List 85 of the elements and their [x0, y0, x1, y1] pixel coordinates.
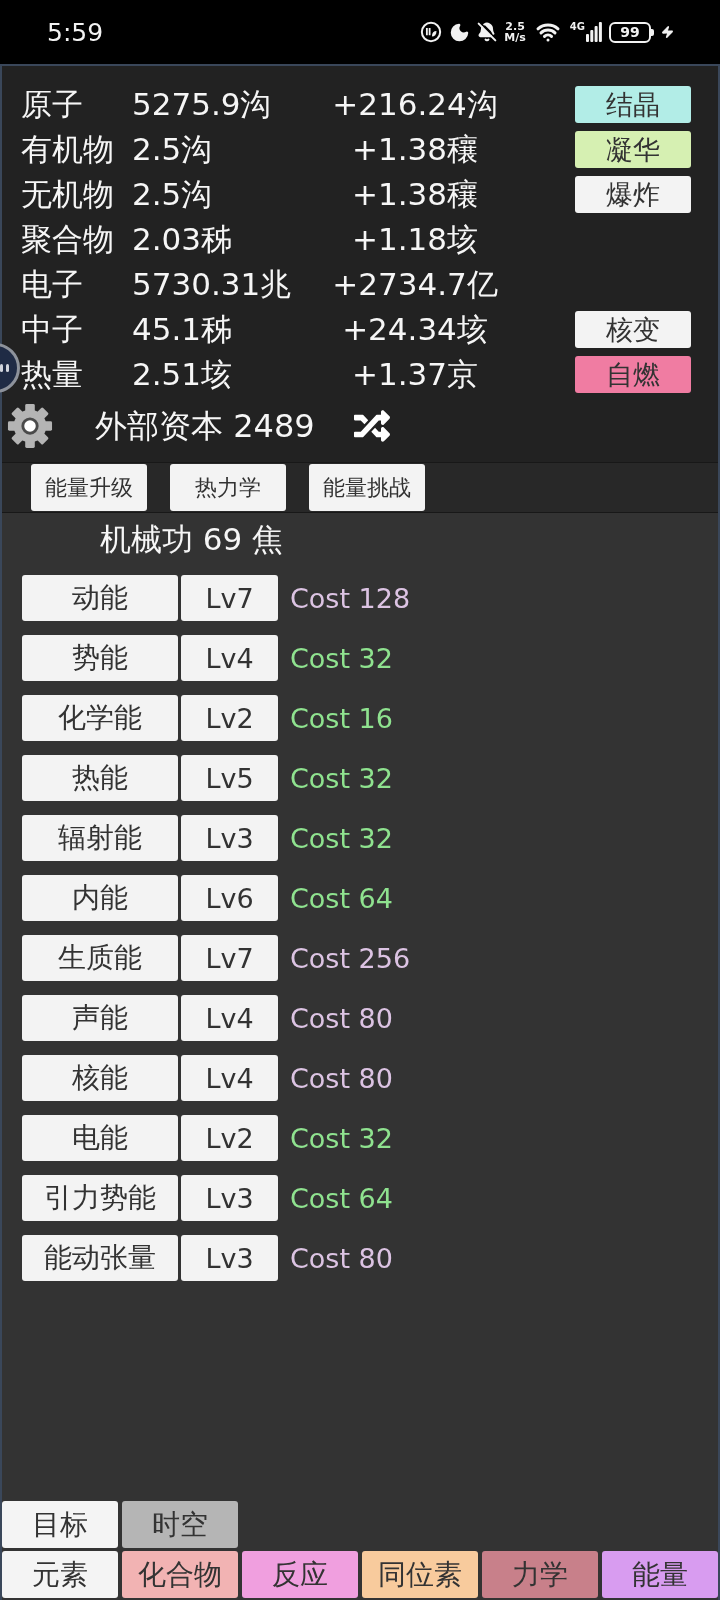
leaf-circle-icon [420, 21, 443, 43]
nav-tab[interactable]: 力学 [482, 1551, 598, 1598]
cost-label: Cost 80 [290, 1004, 393, 1032]
upgrade-button[interactable]: 热能 [22, 755, 178, 801]
level-button[interactable]: Lv7 [181, 575, 278, 621]
capital-label: 外部资本 2489 [95, 410, 315, 442]
nav-tab[interactable]: 时空 [122, 1501, 238, 1548]
resource-name: 原子 [21, 89, 83, 120]
action-button[interactable]: 结晶 [575, 86, 691, 123]
cost-label: Cost 32 [290, 824, 393, 852]
resource-amount: 2.51垓 [132, 359, 233, 390]
cost-label: Cost 64 [290, 884, 393, 912]
resource-amount: 45.1秭 [132, 314, 233, 345]
upgrade-button[interactable]: 能动张量 [22, 1235, 178, 1281]
tab-button[interactable]: 能量挑战 [309, 464, 425, 511]
tab-button[interactable]: 热力学 [170, 464, 286, 511]
upgrade-button[interactable]: 动能 [22, 575, 178, 621]
upgrade-button[interactable]: 电能 [22, 1115, 178, 1161]
network-speed: 2.5 [505, 21, 525, 32]
tab-button[interactable]: 能量升级 [31, 464, 147, 511]
work-label: 机械功 69 焦 [100, 520, 284, 559]
moon-icon [449, 21, 471, 43]
resource-amount: 2.03秭 [132, 224, 233, 255]
nav-tab[interactable]: 目标 [2, 1501, 118, 1548]
speed-unit: M/s [504, 32, 526, 43]
bell-off-icon [477, 22, 498, 42]
resource-name: 聚合物 [21, 224, 114, 255]
resource-rate: +1.18垓 [352, 224, 478, 255]
upgrade-button[interactable]: 生质能 [22, 935, 178, 981]
resource-rate: +1.37京 [352, 359, 478, 390]
upgrade-button[interactable]: 核能 [22, 1055, 178, 1101]
cost-label: Cost 32 [290, 644, 393, 672]
settings-icon[interactable] [7, 403, 53, 449]
upgrade-button[interactable]: 势能 [22, 635, 178, 681]
resource-amount: 5730.31兆 [132, 269, 292, 300]
resource-rate: +1.38穰 [352, 179, 478, 210]
nav-tab[interactable]: 同位素 [362, 1551, 478, 1598]
resource-amount: 2.5沟 [132, 179, 213, 210]
upgrade-button[interactable]: 辐射能 [22, 815, 178, 861]
action-button[interactable]: 自燃 [575, 356, 691, 393]
level-button[interactable]: Lv3 [181, 1175, 278, 1221]
resource-rate: +24.34垓 [342, 314, 488, 345]
cost-label: Cost 16 [290, 704, 393, 732]
cost-label: Cost 128 [290, 584, 411, 612]
cost-label: Cost 80 [290, 1244, 393, 1272]
cost-label: Cost 80 [290, 1064, 393, 1092]
level-button[interactable]: Lv4 [181, 1055, 278, 1101]
resource-name: 中子 [21, 314, 83, 345]
resource-amount: 2.5沟 [132, 134, 213, 165]
nav-tab[interactable]: 能量 [602, 1551, 718, 1598]
nav-tab[interactable]: 反应 [242, 1551, 358, 1598]
action-button[interactable]: 核变 [575, 311, 691, 348]
level-button[interactable]: Lv2 [181, 695, 278, 741]
action-button[interactable]: 爆炸 [575, 176, 691, 213]
upgrade-button[interactable]: 内能 [22, 875, 178, 921]
resource-rate: +1.38穰 [352, 134, 478, 165]
upgrade-button[interactable]: 化学能 [22, 695, 178, 741]
level-button[interactable]: Lv3 [181, 815, 278, 861]
upgrade-button[interactable]: 声能 [22, 995, 178, 1041]
level-button[interactable]: Lv3 [181, 1235, 278, 1281]
action-button[interactable]: 凝华 [575, 131, 691, 168]
level-button[interactable]: Lv2 [181, 1115, 278, 1161]
cost-label: Cost 32 [290, 764, 393, 792]
cost-label: Cost 256 [290, 944, 411, 972]
resource-name: 电子 [21, 269, 83, 300]
cost-label: Cost 64 [290, 1184, 393, 1212]
upgrade-button[interactable]: 引力势能 [22, 1175, 178, 1221]
resource-name: 无机物 [21, 179, 114, 210]
resource-rate: +216.24沟 [332, 89, 498, 120]
cost-label: Cost 32 [290, 1124, 393, 1152]
level-button[interactable]: Lv7 [181, 935, 278, 981]
nav-tab[interactable]: 元素 [2, 1551, 118, 1598]
nav-tab[interactable]: 化合物 [122, 1551, 238, 1598]
status-time: 5:59 [47, 19, 104, 45]
resource-amount: 5275.9沟 [132, 89, 272, 120]
level-button[interactable]: Lv4 [181, 995, 278, 1041]
level-button[interactable]: Lv5 [181, 755, 278, 801]
battery-percent: 99 [620, 25, 640, 39]
resource-name: 有机物 [21, 134, 114, 165]
signal-icon [586, 22, 602, 42]
level-button[interactable]: Lv4 [181, 635, 278, 681]
network-type: 4G [569, 22, 585, 32]
resource-rate: +2734.7亿 [332, 269, 498, 300]
resource-name: 热量 [21, 359, 83, 390]
level-button[interactable]: Lv6 [181, 875, 278, 921]
